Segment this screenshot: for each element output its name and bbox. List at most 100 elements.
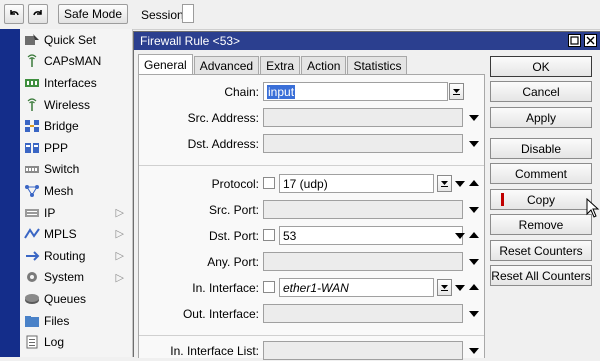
- src-port-expand-icon[interactable]: [469, 207, 479, 213]
- tab-advanced[interactable]: Advanced: [193, 56, 260, 75]
- copy-button[interactable]: Copy: [490, 189, 592, 210]
- bridge-icon: [24, 119, 40, 133]
- sidebar-item-bridge[interactable]: Bridge: [20, 115, 132, 137]
- src-address-expand-icon[interactable]: [469, 115, 479, 121]
- out-interface-field[interactable]: [263, 304, 463, 323]
- sidebar-item-files[interactable]: Files: [20, 310, 132, 332]
- in-interface-row: In. Interface: ether1-WAN: [139, 278, 484, 298]
- sidebar-item-log[interactable]: Log: [20, 331, 132, 353]
- sidebar-item-interfaces[interactable]: Interfaces: [20, 72, 132, 94]
- in-interface-list-row: In. Interface List:: [139, 341, 484, 361]
- dialog-tabs: General Advanced Extra Action Statistics: [138, 54, 408, 75]
- sidebar-item-label: Files: [44, 313, 70, 328]
- quick-set-icon: [24, 33, 40, 47]
- comment-button[interactable]: Comment: [490, 163, 592, 184]
- sidebar-item-label: Bridge: [44, 119, 79, 134]
- in-interface-list-expand-icon[interactable]: [469, 348, 479, 354]
- safe-mode-button[interactable]: Safe Mode: [58, 4, 128, 24]
- chain-dropdown-button[interactable]: [449, 83, 464, 100]
- dialog-titlebar[interactable]: Firewall Rule <53>: [134, 32, 600, 50]
- log-icon: [24, 335, 40, 349]
- sidebar-item-ppp[interactable]: PPP: [20, 137, 132, 159]
- system-icon: [24, 270, 40, 284]
- sidebar-item-ip[interactable]: IP ▷: [20, 202, 132, 224]
- in-interface-not-checkbox[interactable]: [263, 281, 275, 293]
- reset-counters-button[interactable]: Reset Counters: [490, 240, 592, 261]
- src-address-row: Src. Address:: [139, 108, 484, 128]
- sidebar-item-label: MPLS: [44, 227, 77, 242]
- sidebar-item-label: PPP: [44, 140, 69, 155]
- in-interface-label: In. Interface:: [192, 281, 259, 295]
- session-field[interactable]: [182, 4, 194, 23]
- restore-window-button[interactable]: [568, 34, 581, 47]
- src-port-row: Src. Port:: [139, 200, 484, 220]
- chain-label: Chain:: [224, 85, 259, 99]
- ip-icon: [24, 206, 40, 220]
- mesh-icon: [24, 184, 40, 198]
- protocol-label: Protocol:: [211, 177, 259, 191]
- tab-action[interactable]: Action: [301, 56, 347, 75]
- any-port-field[interactable]: [263, 252, 463, 271]
- protocol-row: Protocol: 17 (udp): [139, 174, 484, 194]
- sidebar-item-label: Interfaces: [44, 75, 97, 90]
- section-divider: [139, 165, 484, 166]
- sidebar-item-routing[interactable]: Routing ▷: [20, 245, 132, 267]
- reset-all-counters-button[interactable]: Reset All Counters: [490, 265, 592, 286]
- dialog-title: Firewall Rule <53>: [140, 34, 241, 48]
- sidebar-item-label: Mesh: [44, 183, 74, 198]
- protocol-dropdown-button[interactable]: [437, 175, 452, 192]
- dst-port-field[interactable]: 53: [279, 226, 463, 245]
- dst-port-not-checkbox[interactable]: [263, 229, 275, 241]
- protocol-expand-icon[interactable]: [455, 181, 465, 187]
- sidebar-item-label: Quick Set: [44, 32, 97, 47]
- sidebar-item-queues[interactable]: Queues: [20, 288, 132, 310]
- any-port-expand-icon[interactable]: [469, 259, 479, 265]
- cancel-button[interactable]: Cancel: [490, 81, 592, 102]
- dst-address-field[interactable]: [263, 134, 463, 153]
- sidebar-item-label: CAPsMAN: [44, 54, 102, 69]
- redo-button[interactable]: [28, 4, 48, 24]
- in-interface-list-field[interactable]: [263, 341, 463, 360]
- any-port-label: Any. Port:: [207, 255, 259, 269]
- remove-button[interactable]: Remove: [490, 214, 592, 235]
- chain-value: input: [267, 84, 296, 99]
- sidebar-item-mpls[interactable]: MPLS ▷: [20, 223, 132, 245]
- disable-button[interactable]: Disable: [490, 138, 592, 159]
- ok-button[interactable]: OK: [490, 56, 592, 77]
- sidebar-item-quick-set[interactable]: Quick Set: [20, 29, 132, 51]
- tab-extra[interactable]: Extra: [260, 56, 301, 75]
- sidebar-item-switch[interactable]: Switch: [20, 159, 132, 181]
- in-interface-dropdown-button[interactable]: [437, 279, 452, 296]
- dst-port-label: Dst. Port:: [208, 229, 259, 243]
- close-window-button[interactable]: [584, 34, 597, 47]
- tab-general[interactable]: General: [138, 54, 193, 75]
- in-interface-field[interactable]: ether1-WAN: [279, 278, 434, 297]
- tab-statistics[interactable]: Statistics: [347, 56, 408, 75]
- protocol-not-checkbox[interactable]: [263, 177, 275, 189]
- sidebar-item-capsman[interactable]: CAPsMAN: [20, 51, 132, 73]
- dst-address-expand-icon[interactable]: [469, 141, 479, 147]
- dst-port-collapse-icon[interactable]: [469, 232, 479, 238]
- sidebar-item-wireless[interactable]: Wireless: [20, 94, 132, 116]
- in-interface-list-label: In. Interface List:: [170, 344, 259, 358]
- copy-button-label: Copy: [526, 192, 555, 207]
- out-interface-expand-icon[interactable]: [469, 311, 479, 317]
- undo-icon: [10, 10, 19, 16]
- sidebar-item-label: Wireless: [44, 97, 91, 112]
- sidebar-item-label: Routing: [44, 248, 86, 263]
- protocol-field[interactable]: 17 (udp): [279, 174, 434, 193]
- sidebar-menu: Quick Set CAPsMAN Interfaces Wireless Br…: [20, 29, 133, 357]
- apply-button[interactable]: Apply: [490, 107, 592, 128]
- sidebar-item-mesh[interactable]: Mesh: [20, 180, 132, 202]
- mpls-icon: [24, 227, 40, 241]
- in-interface-expand-icon[interactable]: [455, 285, 465, 291]
- undo-button[interactable]: [4, 4, 24, 24]
- sidebar-item-system[interactable]: System ▷: [20, 267, 132, 289]
- dst-port-expand-icon[interactable]: [455, 233, 465, 239]
- chain-field[interactable]: input: [263, 82, 448, 101]
- src-port-field[interactable]: [263, 200, 463, 219]
- in-interface-collapse-icon[interactable]: [469, 284, 479, 290]
- capsman-icon: [24, 54, 40, 68]
- protocol-collapse-icon[interactable]: [469, 180, 479, 186]
- src-address-field[interactable]: [263, 108, 463, 127]
